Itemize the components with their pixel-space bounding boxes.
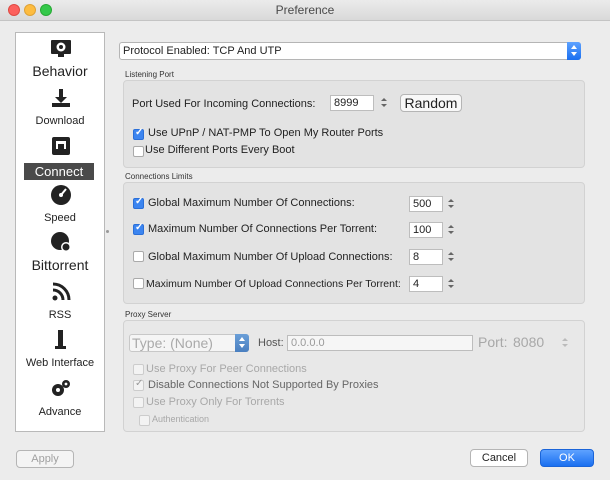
proxy-torrents-label: Use Proxy Only For Torrents [146, 396, 285, 408]
upnp-checkbox[interactable] [133, 127, 144, 140]
globe-gear-icon [51, 232, 71, 252]
sidebar-item-speed[interactable]: Speed [16, 182, 104, 230]
window-title: Preference [275, 3, 335, 17]
global-max-connections-stepper[interactable] [446, 196, 456, 212]
proxy-port-value[interactable]: 8080 [513, 334, 544, 350]
protocol-select-value: Protocol Enabled: TCP And UTP [123, 45, 282, 57]
sidebar-item-label: Advance [38, 406, 82, 418]
authentication-checkbox[interactable] [139, 415, 150, 426]
sidebar-item-advance[interactable]: Advance [16, 376, 104, 424]
authentication-label: Authentication [152, 414, 210, 424]
max-upload-per-torrent-label: Maximum Number Of Upload Connections Per… [146, 278, 401, 290]
sidebar-item-label: RSS [48, 309, 72, 321]
connect-panel: Protocol Enabled: TCP And UTP Listening … [113, 32, 603, 432]
sidebar-item-label: Speed [44, 212, 76, 224]
ok-button[interactable]: OK [540, 449, 594, 467]
sidebar-item-rss[interactable]: RSS [16, 279, 104, 327]
rss-icon [52, 282, 71, 301]
max-connections-per-torrent-stepper[interactable] [446, 222, 456, 238]
download-icon [52, 89, 70, 107]
proxy-server-box: Type: (None) Host: 0.0.0.0 Port: 8080 Us… [123, 320, 585, 432]
sidebar-item-label: Behavior [32, 63, 88, 79]
speedometer-icon [51, 185, 71, 205]
gears-icon [52, 380, 70, 396]
global-max-connections-checkbox[interactable] [133, 196, 144, 209]
max-upload-per-torrent-checkbox[interactable] [133, 278, 144, 289]
global-max-connections-label: Global Maximum Number Of Connections: [148, 197, 355, 209]
port-stepper[interactable] [379, 95, 389, 111]
chevron-updown-icon [235, 334, 249, 352]
max-upload-per-torrent-stepper[interactable] [446, 276, 456, 292]
max-connections-per-torrent-input[interactable]: 100 [409, 222, 443, 238]
sidebar-item-label: Bittorrent [31, 257, 89, 273]
listening-port-box: Port Used For Incoming Connections: 8999… [123, 80, 585, 168]
chevron-updown-icon [567, 42, 581, 60]
max-upload-per-torrent-input[interactable]: 4 [409, 276, 443, 292]
proxy-host-label: Host: [258, 337, 284, 349]
sidebar-item-label: Download [35, 115, 85, 127]
max-connections-per-torrent-checkbox[interactable] [133, 222, 144, 235]
proxy-port-label: Port: [478, 334, 508, 350]
connections-limits-title: Connections Limits [125, 172, 193, 181]
sidebar-item-connect[interactable]: Connect [16, 133, 104, 181]
upnp-label: Use UPnP / NAT-PMP To Open My Router Por… [148, 127, 384, 139]
title-bar: Preference [0, 0, 610, 21]
proxy-torrents-checkbox[interactable] [133, 397, 144, 408]
different-ports-label: Use Different Ports Every Boot [145, 144, 295, 156]
proxy-type-value: Type: (None) [132, 335, 213, 351]
sidebar-item-web-interface[interactable]: Web Interface [16, 327, 104, 375]
connections-limits-box: Global Maximum Number Of Connections: 50… [123, 182, 585, 304]
apply-button[interactable]: Apply [16, 450, 74, 468]
global-max-upload-label: Global Maximum Number Of Upload Connecti… [148, 251, 393, 263]
gear-monitor-icon [51, 40, 71, 57]
random-button[interactable]: Random [400, 94, 462, 112]
proxy-peer-checkbox[interactable] [133, 364, 144, 375]
proxy-peer-label: Use Proxy For Peer Connections [146, 363, 307, 375]
listening-port-title: Listening Port [125, 70, 174, 79]
disable-unsupported-label: Disable Connections Not Supported By Pro… [148, 379, 379, 391]
global-max-upload-input[interactable]: 8 [409, 249, 443, 265]
proxy-port-stepper[interactable] [560, 335, 570, 351]
network-port-icon [52, 137, 70, 155]
sidebar-item-bittorrent[interactable]: Bittorrent [16, 229, 104, 277]
splitter-handle[interactable] [106, 230, 109, 233]
different-ports-checkbox[interactable] [133, 146, 144, 157]
sidebar-item-download[interactable]: Download [16, 85, 104, 133]
sidebar-item-label: Web Interface [25, 357, 95, 369]
proxy-host-input[interactable]: 0.0.0.0 [287, 335, 473, 351]
disable-unsupported-checkbox[interactable] [133, 378, 144, 391]
proxy-type-select[interactable]: Type: (None) [129, 334, 249, 352]
sidebar-item-behavior[interactable]: Behavior [16, 35, 104, 83]
global-max-connections-input[interactable]: 500 [409, 196, 443, 212]
proxy-server-title: Proxy Server [125, 310, 172, 319]
port-input[interactable]: 8999 [330, 95, 374, 111]
global-max-upload-stepper[interactable] [446, 249, 456, 265]
plug-icon [55, 330, 66, 349]
preferences-sidebar: Behavior Download Connect Speed Bittorre… [15, 32, 105, 432]
global-max-upload-checkbox[interactable] [133, 251, 144, 262]
max-connections-per-torrent-label: Maximum Number Of Connections Per Torren… [148, 223, 378, 235]
cancel-button[interactable]: Cancel [470, 449, 528, 467]
port-label: Port Used For Incoming Connections: [132, 98, 316, 110]
sidebar-item-label: Connect [24, 163, 94, 180]
protocol-select[interactable]: Protocol Enabled: TCP And UTP [119, 42, 581, 60]
